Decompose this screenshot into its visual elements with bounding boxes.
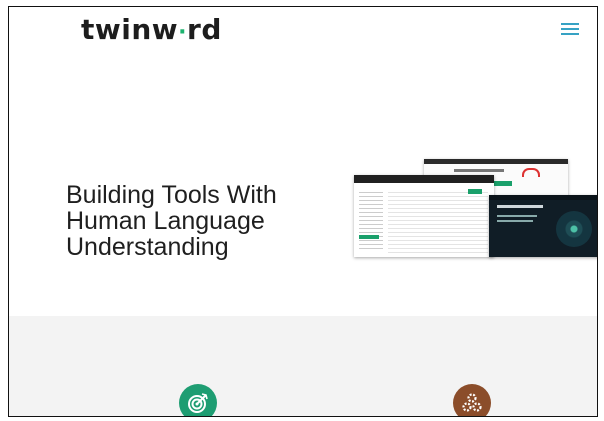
features-section (9, 316, 597, 416)
logo-text-b: rd (187, 13, 222, 46)
logo-text-a: twinw (81, 13, 179, 46)
gears-icon[interactable] (453, 384, 491, 416)
hamburger-menu-icon[interactable] (561, 23, 579, 35)
hero-title-line-3: Understanding (66, 232, 229, 261)
screenshot-nlp-dark (489, 195, 597, 257)
target-icon[interactable] (179, 384, 217, 416)
browser-frame: twinw·rd Building Tools With Human Langu… (8, 6, 598, 417)
hero-title: Building Tools With Human Language Under… (66, 182, 366, 260)
logo-dot: · (178, 20, 188, 45)
screenshot-table-view (354, 175, 494, 257)
hero-title-line-1: Building Tools With (66, 180, 277, 209)
hero-title-line-2: Human Language (66, 206, 265, 235)
product-screenshots-image (354, 159, 597, 259)
site-logo[interactable]: twinw·rd (81, 13, 222, 46)
